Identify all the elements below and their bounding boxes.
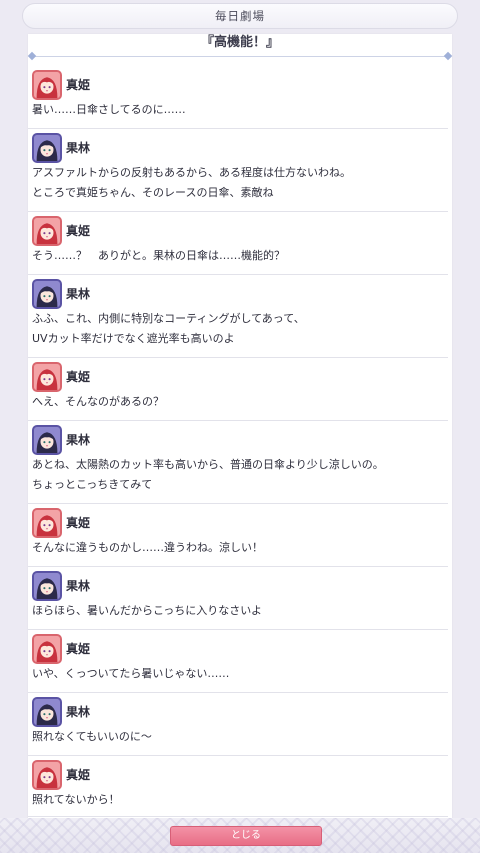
karin-avatar: [32, 697, 62, 727]
karin-avatar: [32, 571, 62, 601]
entry-separator: [28, 274, 448, 275]
dialogue-line: いや、くっついてたら暑いじゃない……: [32, 667, 230, 680]
dialogue-line: ちょっとこっちきてみて: [32, 478, 153, 491]
dialogue-line: 暑い……日傘さしてるのに……: [32, 103, 186, 116]
speaker-name: 真姫: [66, 516, 91, 530]
speaker-name: 果林: [66, 705, 91, 719]
speaker-name: 果林: [66, 287, 91, 301]
dialogue-line: ふふ、これ、内側に特別なコーティングがしてあって、: [32, 312, 305, 325]
dialogue-line: ほらほら、暑いんだからこっちに入りなさいよ: [32, 604, 263, 617]
dialogue-line: 照れなくてもいいのに～: [32, 730, 152, 743]
entry-separator: [28, 357, 448, 358]
speaker-name: 果林: [66, 579, 91, 593]
dialogue-line: UVカット率だけでなく遮光率も高いのよ: [32, 332, 235, 345]
maki-avatar: [32, 216, 62, 246]
speaker-name: 真姫: [66, 78, 91, 92]
karin-avatar: [32, 279, 62, 309]
maki-avatar: [32, 760, 62, 790]
title-divider: [27, 51, 453, 61]
dialogue-panel[interactable]: 『高機能！』 真姫 暑い……日傘さしてるのに…… 果林 アスファルトからの反射もあるか…: [27, 34, 453, 824]
divider-diamond-icon: [27, 51, 37, 61]
speaker-name: 真姫: [66, 224, 91, 238]
maki-avatar: [32, 362, 62, 392]
story-title: 『高機能！』: [200, 35, 279, 50]
dialogue-line: アスファルトからの反射もあるから、ある程度は仕方ないわね。: [32, 166, 351, 179]
dialogue-line: 照れてないから！: [32, 793, 120, 806]
maki-avatar: [32, 70, 62, 100]
entry-separator: [28, 692, 448, 693]
dialogue-line: へえ、そんなのがあるの？: [32, 395, 164, 408]
entry-separator: [28, 629, 448, 630]
entry-separator: [28, 420, 448, 421]
entry-separator: [28, 211, 448, 212]
speaker-name: 果林: [66, 141, 91, 155]
entry-separator: [28, 816, 448, 817]
maki-avatar: [32, 508, 62, 538]
entry-separator: [28, 128, 448, 129]
entry-separator: [28, 503, 448, 504]
speaker-name: 果林: [66, 433, 91, 447]
dialogue-line: そう……？ ありがと。果林の日傘は……機能的？: [32, 249, 285, 262]
entry-separator: [28, 755, 448, 756]
maki-avatar: [32, 634, 62, 664]
header-title: 毎日劇場: [22, 3, 458, 29]
karin-avatar: [32, 425, 62, 455]
entry-separator: [28, 566, 448, 567]
dialogue-line: ところで真姫ちゃん、そのレースの日傘、素敵ね: [32, 186, 274, 199]
speaker-name: 真姫: [66, 370, 91, 384]
divider-diamond-icon: [443, 51, 453, 61]
close-button[interactable]: とじる: [170, 826, 322, 846]
speaker-name: 真姫: [66, 768, 91, 782]
dialogue-line: そんなに違うものかし……違うわね。涼しい！: [32, 541, 263, 554]
speaker-name: 真姫: [66, 642, 91, 656]
karin-avatar: [32, 133, 62, 163]
dialogue-line: あとね、太陽熱のカット率も高いから、普通の日傘より少し涼しいの。: [32, 458, 384, 471]
